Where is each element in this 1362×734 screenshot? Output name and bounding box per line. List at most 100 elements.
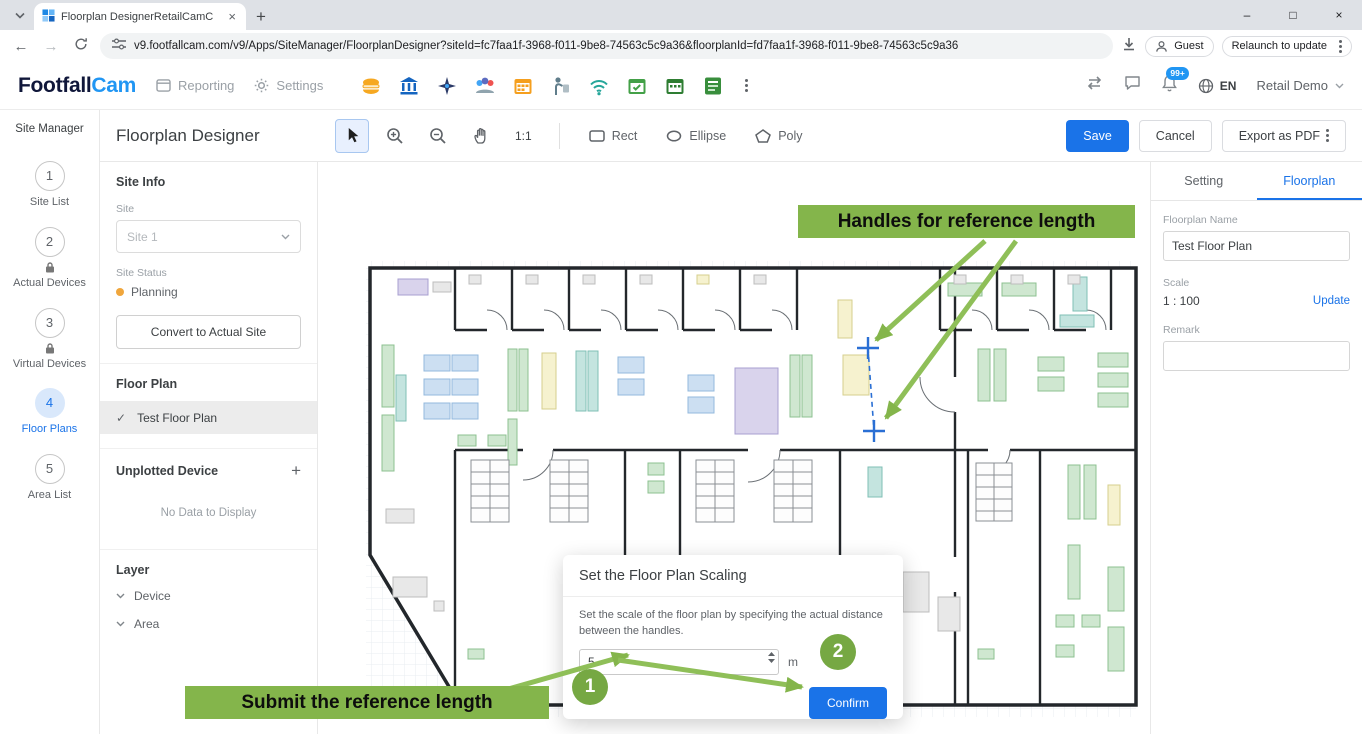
nav-reporting[interactable]: Reporting: [156, 78, 234, 93]
nav-settings[interactable]: Settings: [254, 78, 323, 93]
team-app-icon[interactable]: [473, 74, 496, 97]
browser-menu-icon[interactable]: [1339, 40, 1342, 53]
site-info-icon[interactable]: [112, 37, 126, 55]
guest-profile-button[interactable]: Guest: [1145, 36, 1213, 57]
back-icon[interactable]: ←: [10, 38, 32, 55]
annotation-handles-banner: Handles for reference length: [798, 205, 1135, 238]
notifications-bell-icon[interactable]: 99+: [1161, 74, 1178, 97]
language-selector[interactable]: EN: [1198, 78, 1237, 94]
rect-icon: [589, 130, 605, 142]
site-select[interactable]: Site 1: [116, 220, 301, 253]
check-icon: ✓: [116, 411, 126, 425]
annotation-step-2-circle: 2: [820, 634, 856, 670]
chevron-down-icon: [116, 621, 125, 627]
page-header: Floorplan Designer 1:1 Rect Ellipse Poly: [100, 110, 1362, 162]
burger-app-icon[interactable]: [359, 74, 382, 97]
chevron-down-icon: [281, 234, 290, 240]
gear-icon: [254, 78, 269, 93]
relaunch-to-update-button[interactable]: Relaunch to update: [1222, 36, 1352, 57]
update-scale-link[interactable]: Update: [1313, 295, 1350, 307]
site-manager-rail: Site Manager 1 Site List 2 Actual Device…: [0, 110, 100, 734]
pan-tool-button[interactable]: [464, 119, 498, 153]
floorplan-name-input[interactable]: [1163, 231, 1350, 261]
floor-plan-item-selected[interactable]: ✓ Test Floor Plan: [100, 401, 317, 434]
sidebar-step-floor-plans[interactable]: 4 Floor Plans: [0, 388, 99, 437]
layer-area-row[interactable]: Area: [116, 605, 301, 633]
browser-tab[interactable]: Floorplan DesignerRetailCamC ×: [34, 3, 246, 30]
zoom-out-button[interactable]: [421, 119, 455, 153]
event-check-app-icon[interactable]: [625, 74, 648, 97]
app-icon-row: [359, 74, 748, 97]
bank-app-icon[interactable]: [397, 74, 420, 97]
zoom-in-button[interactable]: [378, 119, 412, 153]
floorplan-name-label: Floorplan Name: [1163, 214, 1350, 226]
forward-icon[interactable]: →: [40, 38, 62, 55]
site-info-panel: Site Info Site Site 1 Site Status Planni…: [100, 162, 318, 734]
spinner-down-icon[interactable]: [768, 659, 775, 663]
site-status: Planning: [116, 285, 301, 299]
tab-setting[interactable]: Setting: [1151, 162, 1257, 200]
ellipse-icon: [666, 130, 682, 142]
tab-close-icon[interactable]: ×: [226, 9, 238, 24]
convert-to-actual-site-button[interactable]: Convert to Actual Site: [116, 315, 301, 349]
add-device-button[interactable]: +: [291, 462, 301, 479]
remark-input[interactable]: [1163, 341, 1350, 371]
person-icon: [1155, 40, 1168, 53]
confirm-button[interactable]: Confirm: [809, 687, 887, 719]
calendar-orange-app-icon[interactable]: [511, 74, 534, 97]
download-icon[interactable]: [1121, 36, 1137, 57]
more-apps-icon[interactable]: [745, 79, 748, 92]
swap-icon[interactable]: [1085, 76, 1104, 95]
layer-device-row[interactable]: Device: [116, 577, 301, 605]
window-maximize-button[interactable]: □: [1270, 0, 1316, 30]
lock-icon: [45, 262, 55, 273]
chevron-down-icon: [116, 593, 125, 599]
poly-tool-button[interactable]: Poly: [745, 122, 812, 150]
export-menu-icon[interactable]: [1326, 129, 1329, 142]
chevron-down-icon: [1335, 83, 1344, 89]
sidebar-step-area-list[interactable]: 5 Area List: [0, 454, 99, 503]
scale-value: 1 : 100: [1163, 294, 1200, 308]
export-pdf-button[interactable]: Export as PDF: [1222, 120, 1346, 152]
event-green-app-icon[interactable]: [663, 74, 686, 97]
designer-toolbar: 1:1 Rect Ellipse Poly: [335, 119, 813, 153]
report-green-app-icon[interactable]: [701, 74, 724, 97]
window-close-button[interactable]: ×: [1316, 0, 1362, 30]
tab-search-icon[interactable]: [8, 3, 32, 27]
chat-icon[interactable]: [1124, 75, 1141, 96]
spinner-up-icon[interactable]: [768, 652, 775, 656]
unplotted-device-title: Unplotted Device: [116, 464, 218, 478]
unit-label: m: [788, 655, 798, 669]
save-button[interactable]: Save: [1066, 120, 1129, 152]
notification-badge: 99+: [1166, 67, 1188, 80]
sidebar-step-site-list[interactable]: 1 Site List: [0, 161, 99, 210]
plane-app-icon[interactable]: [435, 74, 458, 97]
rect-tool-button[interactable]: Rect: [579, 122, 648, 150]
account-menu[interactable]: Retail Demo: [1256, 78, 1344, 93]
tab-floorplan[interactable]: Floorplan: [1257, 162, 1362, 200]
cursor-icon: [345, 127, 360, 144]
properties-panel: Setting Floorplan Floorplan Name Scale 1…: [1150, 162, 1362, 734]
queue-app-icon[interactable]: [549, 74, 572, 97]
cancel-button[interactable]: Cancel: [1139, 120, 1212, 152]
tab-title: Floorplan DesignerRetailCamC: [61, 11, 220, 23]
ellipse-tool-button[interactable]: Ellipse: [656, 122, 736, 150]
new-tab-button[interactable]: +: [256, 8, 266, 25]
site-info-title: Site Info: [116, 175, 301, 189]
wifi-app-icon[interactable]: [587, 74, 610, 97]
status-dot: [116, 288, 124, 296]
select-tool-button[interactable]: [335, 119, 369, 153]
polygon-icon: [755, 129, 771, 143]
remark-label: Remark: [1163, 324, 1350, 336]
refresh-icon[interactable]: [70, 37, 92, 55]
zoom-out-icon: [429, 127, 447, 145]
floor-plan-scaling-modal: Set the Floor Plan Scaling Set the scale…: [563, 555, 903, 719]
scale-distance-input[interactable]: [579, 649, 779, 675]
zoom-ratio-button[interactable]: 1:1: [515, 129, 532, 143]
address-bar[interactable]: v9.footfallcam.com/v9/Apps/SiteManager/F…: [100, 33, 1113, 59]
window-minimize-button[interactable]: –: [1224, 0, 1270, 30]
sidebar-step-virtual-devices[interactable]: 3 Virtual Devices: [0, 308, 99, 372]
scale-label: Scale: [1163, 277, 1350, 289]
page-title: Floorplan Designer: [116, 126, 335, 146]
sidebar-step-actual-devices[interactable]: 2 Actual Devices: [0, 227, 99, 291]
